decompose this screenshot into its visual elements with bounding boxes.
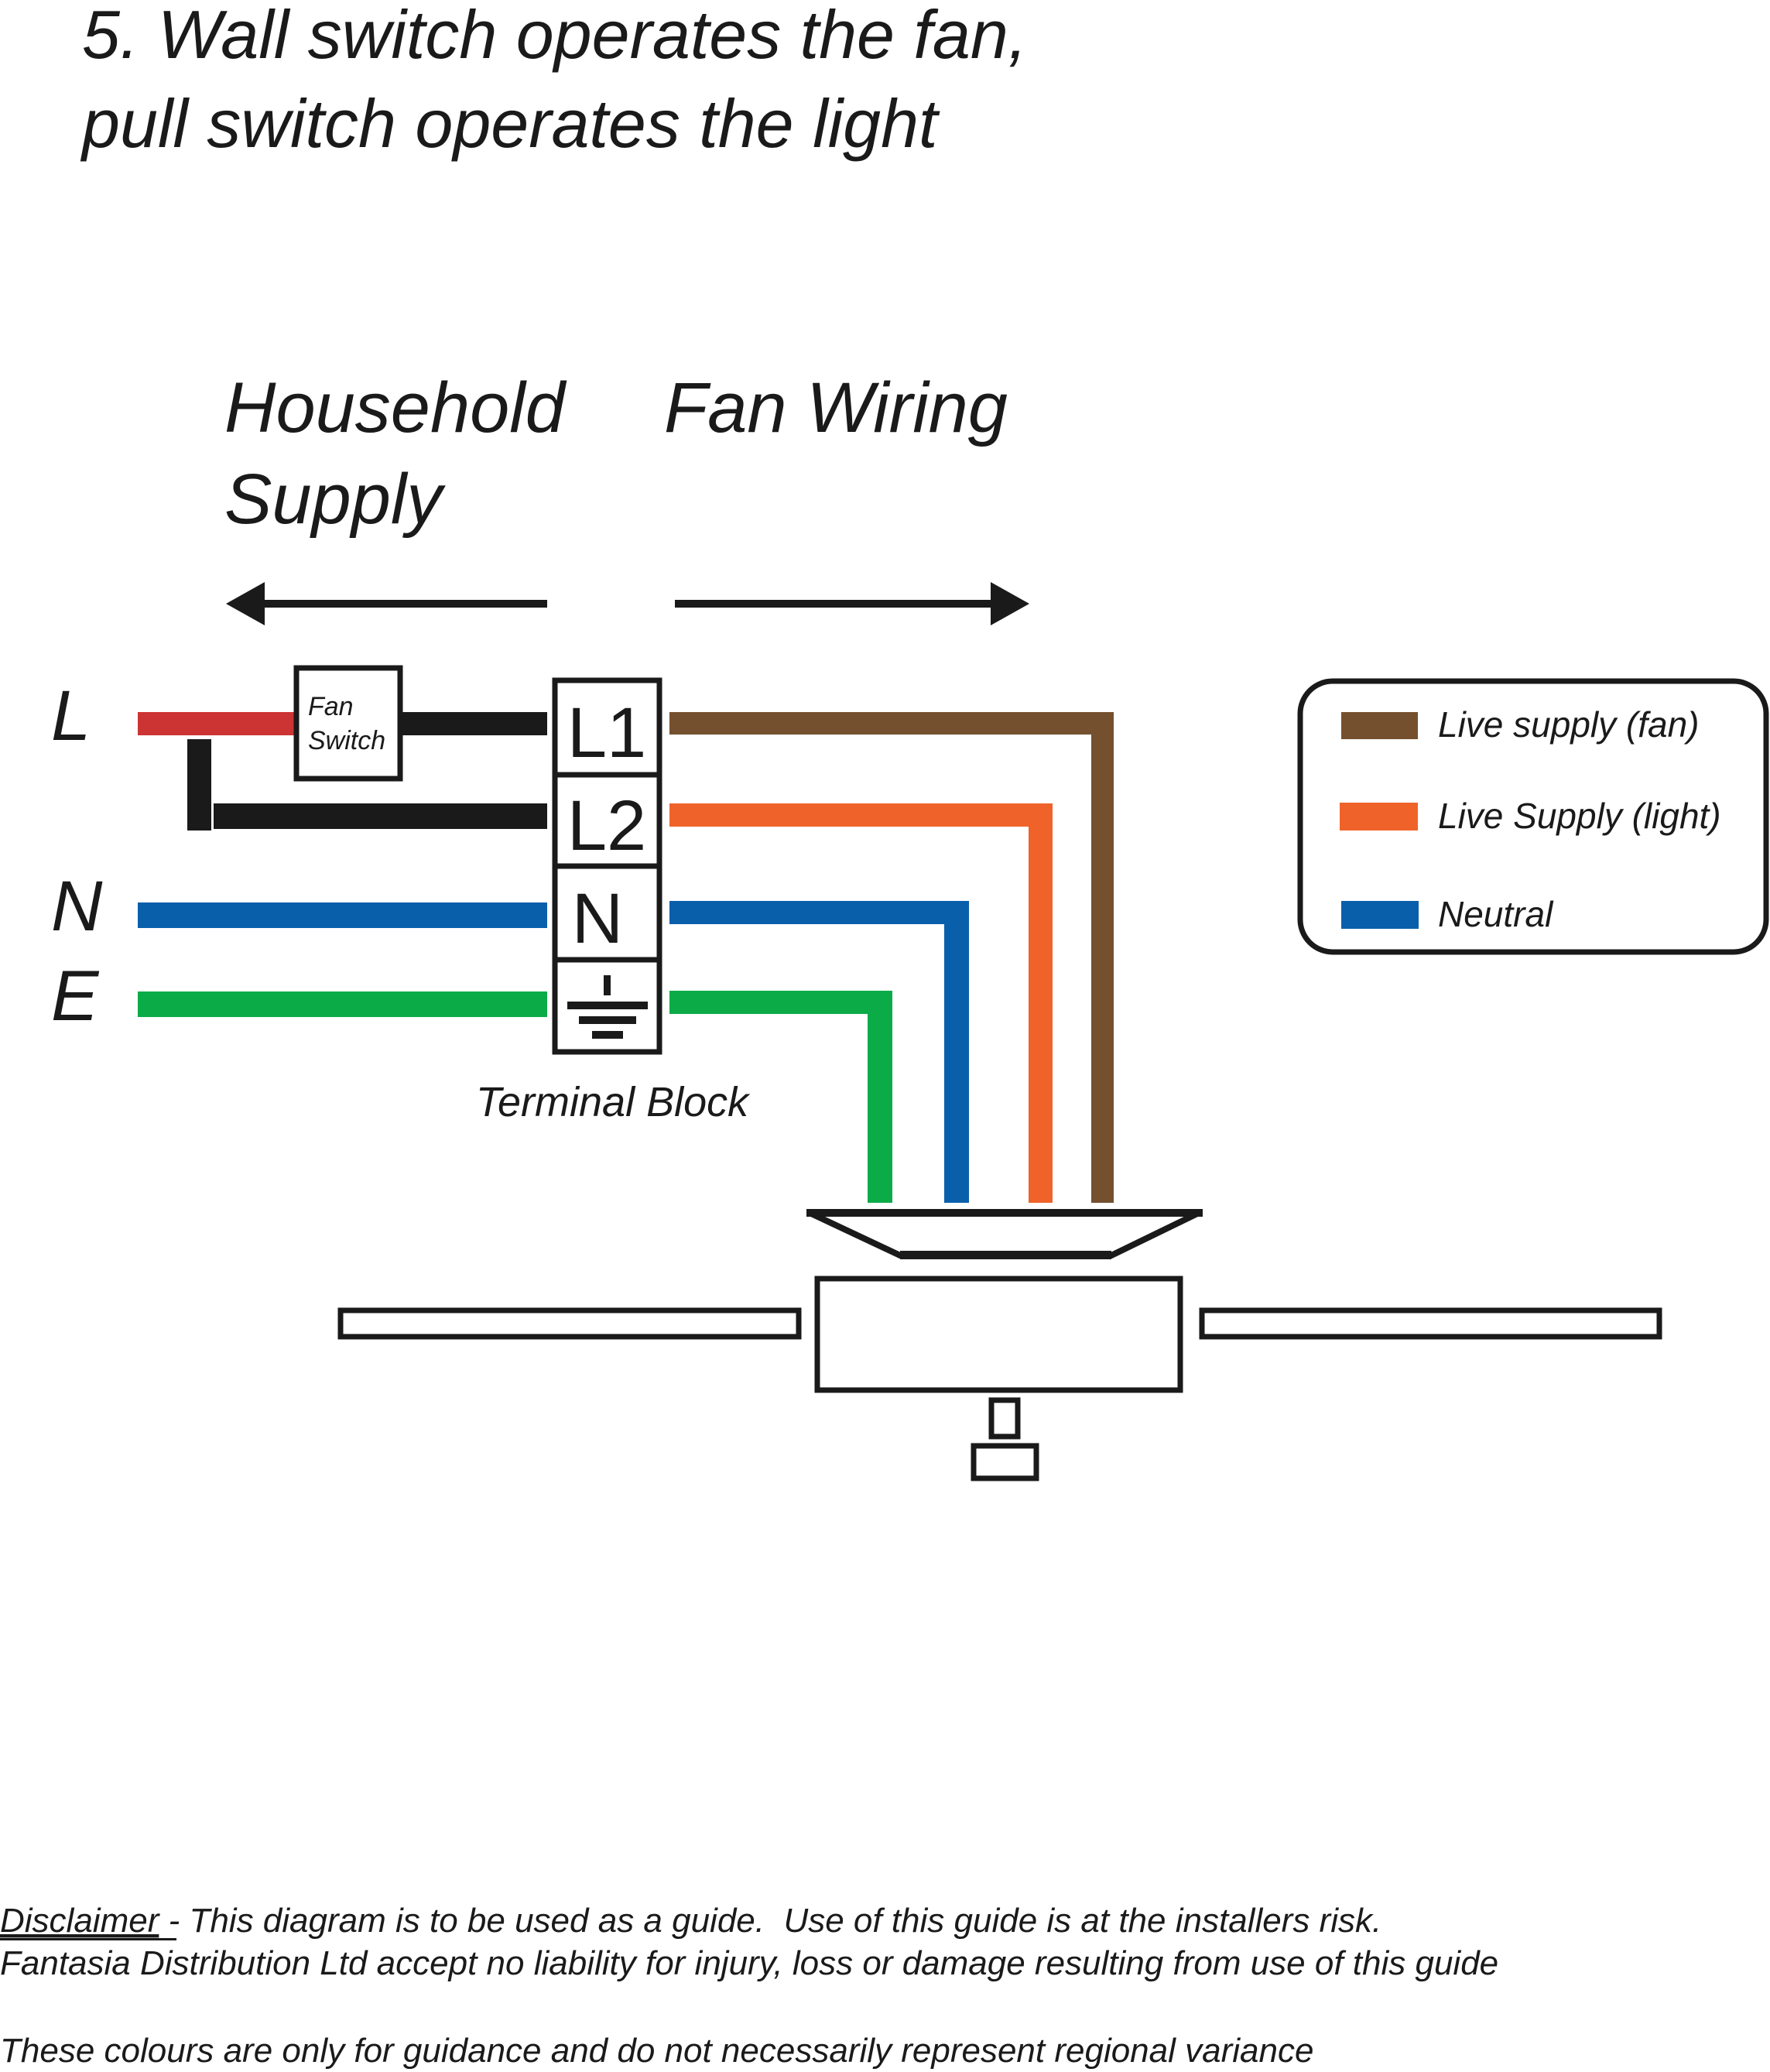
ceiling-fan-icon — [337, 1209, 1662, 1481]
legend-label-live-light: Live Supply (light) — [1438, 796, 1721, 836]
title-line-2: pull switch operates the light — [80, 85, 940, 162]
terminal-l2: L2 — [567, 786, 646, 865]
disclaimer-heading: Disclaimer — [0, 1902, 161, 1940]
label-earth: E — [51, 957, 100, 1036]
fan-motor-housing — [814, 1276, 1183, 1393]
pull-switch-stem — [988, 1397, 1021, 1440]
wiring-diagram: 5. Wall switch operates the fan, pull sw… — [0, 0, 1769, 2070]
wire-earth-supply — [138, 991, 547, 1017]
label-live: L — [51, 676, 91, 755]
wire-live-supply — [138, 712, 295, 735]
colour-note: These colours are only for guidance and … — [0, 2032, 1313, 2070]
fan-switch-label-1: Fan — [308, 692, 354, 721]
disclaimer-line-1: Disclaimer - This diagram is to be used … — [0, 1902, 1381, 1940]
heading-supply: Supply — [224, 460, 446, 539]
arrow-right-icon — [675, 582, 1029, 625]
label-neutral: N — [51, 867, 103, 946]
fan-canopy — [806, 1209, 1202, 1259]
legend-swatch-live-fan — [1341, 712, 1418, 739]
legend-swatch-live-light — [1340, 803, 1418, 831]
wire-neutral-supply — [138, 902, 547, 928]
terminal-block: L1 L2 N — [552, 677, 662, 1055]
legend-label-neutral: Neutral — [1438, 894, 1554, 934]
fan-blade-left — [337, 1307, 802, 1340]
title-line-1: 5. Wall switch operates the fan, — [82, 0, 1027, 73]
disclaimer-underline — [0, 1938, 176, 1940]
pull-switch-cap — [971, 1443, 1039, 1481]
wire-light-loop-vertical — [187, 739, 211, 831]
fan-switch-label-2: Switch — [308, 726, 385, 755]
heading-fan-wiring: Fan Wiring — [664, 368, 1008, 447]
heading-household: Household — [224, 368, 567, 447]
terminal-n: N — [572, 879, 623, 958]
terminal-block-label: Terminal Block — [476, 1079, 751, 1125]
wire-light-loop — [214, 803, 547, 829]
fan-switch: Fan Switch — [293, 665, 403, 782]
legend: Live supply (fan) Live Supply (light) Ne… — [1297, 678, 1769, 955]
legend-label-live-fan: Live supply (fan) — [1438, 704, 1700, 745]
fan-blade-right — [1199, 1307, 1662, 1340]
disclaimer-line-1-text: - This diagram is to be used as a guide.… — [159, 1902, 1381, 1940]
wire-switched-fan — [400, 712, 547, 735]
disclaimer-line-2: Fantasia Distribution Ltd accept no liab… — [0, 1944, 1498, 1982]
wire-neutral-fan — [669, 901, 969, 1203]
legend-swatch-neutral — [1341, 901, 1419, 929]
arrow-left-icon — [226, 582, 547, 625]
terminal-l1: L1 — [567, 694, 646, 772]
